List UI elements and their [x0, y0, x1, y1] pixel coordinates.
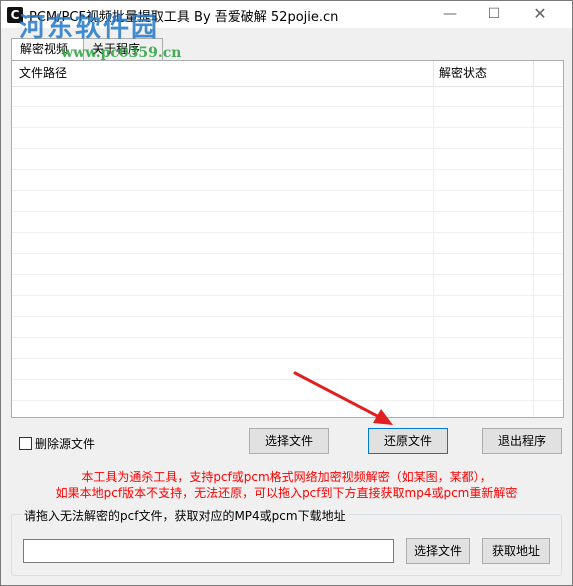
checkbox-label: 删除源文件: [35, 437, 96, 451]
tab-strip: 解密视频 关于程序: [11, 38, 562, 62]
select-pcf-file-button[interactable]: 选择文件: [406, 538, 470, 564]
restore-file-button[interactable]: 还原文件: [368, 428, 448, 454]
title-bar[interactable]: C PCM/PCF视频批量提取工具 By 吾爱破解 52pojie.cn — ☐…: [1, 1, 572, 28]
notice-line-2: 如果本地pcf版本不支持，无法还原，可以拖入pcf到下方直接获取mp4或pcm重…: [55, 486, 518, 500]
table-header: 文件路径 解密状态: [12, 61, 563, 87]
column-header-decrypt-status[interactable]: 解密状态: [434, 61, 534, 86]
file-list-table[interactable]: 文件路径 解密状态: [12, 61, 563, 417]
maximize-button[interactable]: ☐: [472, 1, 516, 28]
app-window: C PCM/PCF视频批量提取工具 By 吾爱破解 52pojie.cn — ☐…: [0, 0, 573, 586]
minimize-button[interactable]: —: [428, 1, 472, 28]
download-url-group-label: 请拖入无法解密的pcf文件，获取对应的MP4或pcm下载地址: [21, 507, 349, 524]
exit-button[interactable]: 退出程序: [482, 428, 562, 454]
get-url-button[interactable]: 获取地址: [482, 538, 550, 564]
tab-about[interactable]: 关于程序: [83, 38, 163, 61]
table-body: [12, 86, 563, 417]
delete-source-checkbox[interactable]: 删除源文件: [19, 435, 95, 451]
checkbox-box[interactable]: [19, 437, 32, 450]
select-file-button[interactable]: 选择文件: [249, 428, 329, 454]
close-button[interactable]: ✕: [518, 1, 562, 28]
notice-text: 本工具为通杀工具，支持pcf或pcm格式网络加密视频解密（如某图，某都）， 如果…: [11, 469, 562, 501]
app-icon: C: [7, 7, 23, 23]
window-title: PCM/PCF视频批量提取工具 By 吾爱破解 52pojie.cn: [29, 10, 339, 25]
download-url-input[interactable]: [23, 539, 394, 563]
table-column-divider: [433, 86, 434, 417]
table-column-divider: [533, 86, 534, 417]
tab-decrypt-video[interactable]: 解密视频: [11, 38, 93, 62]
notice-line-1: 本工具为通杀工具，支持pcf或pcm格式网络加密视频解密（如某图，某都），: [81, 470, 492, 484]
tab-panel-decrypt: 文件路径 解密状态: [11, 60, 564, 418]
column-header-file-path[interactable]: 文件路径: [12, 61, 434, 86]
